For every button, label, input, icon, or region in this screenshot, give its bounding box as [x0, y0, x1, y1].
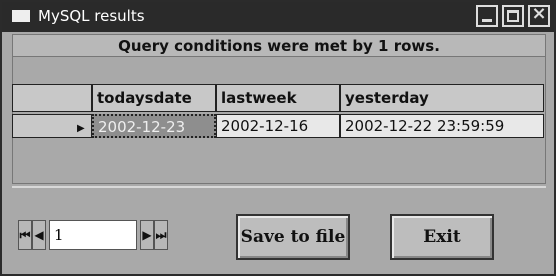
close-icon: × [531, 3, 547, 24]
grid-caption: Query conditions were met by 1 rows. [12, 34, 546, 58]
table-row[interactable]: ▶ 2002-12-23 2002-12-16 2002-12-22 23:59… [12, 114, 544, 138]
maximize-button[interactable] [502, 5, 524, 27]
table-cell[interactable]: 2002-12-22 23:59:59 [340, 114, 544, 138]
row-indicator-header [12, 84, 92, 112]
row-indicator[interactable]: ▶ [12, 114, 92, 138]
window-title: MySQL results [38, 7, 145, 25]
grid-header-row: todaysdate lastweek yesterday [12, 84, 544, 112]
close-button[interactable]: × [528, 3, 550, 27]
minimize-button[interactable] [476, 5, 498, 27]
window-icon [12, 10, 30, 22]
record-number-input[interactable]: 1 [49, 220, 137, 250]
last-record-icon[interactable]: ⏭ [154, 220, 168, 250]
column-header-todaysdate[interactable]: todaysdate [92, 84, 216, 112]
previous-record-icon[interactable]: ◀ [32, 220, 46, 250]
column-header-lastweek[interactable]: lastweek [216, 84, 340, 112]
exit-button[interactable]: Exit [390, 214, 494, 260]
column-header-yesterday[interactable]: yesterday [340, 84, 544, 112]
title-bar[interactable]: MySQL results × [2, 2, 554, 32]
first-record-icon[interactable]: ⏮ [18, 220, 32, 250]
current-row-arrow-icon: ▶ [77, 123, 85, 134]
next-record-icon[interactable]: ▶ [140, 220, 154, 250]
table-cell[interactable]: 2002-12-23 [92, 114, 216, 138]
table-cell[interactable]: 2002-12-16 [216, 114, 340, 138]
separator [12, 186, 546, 188]
save-to-file-button[interactable]: Save to file [236, 214, 350, 260]
record-navigator: ⏮ ◀ 1 ▶ ⏭ [18, 218, 168, 252]
